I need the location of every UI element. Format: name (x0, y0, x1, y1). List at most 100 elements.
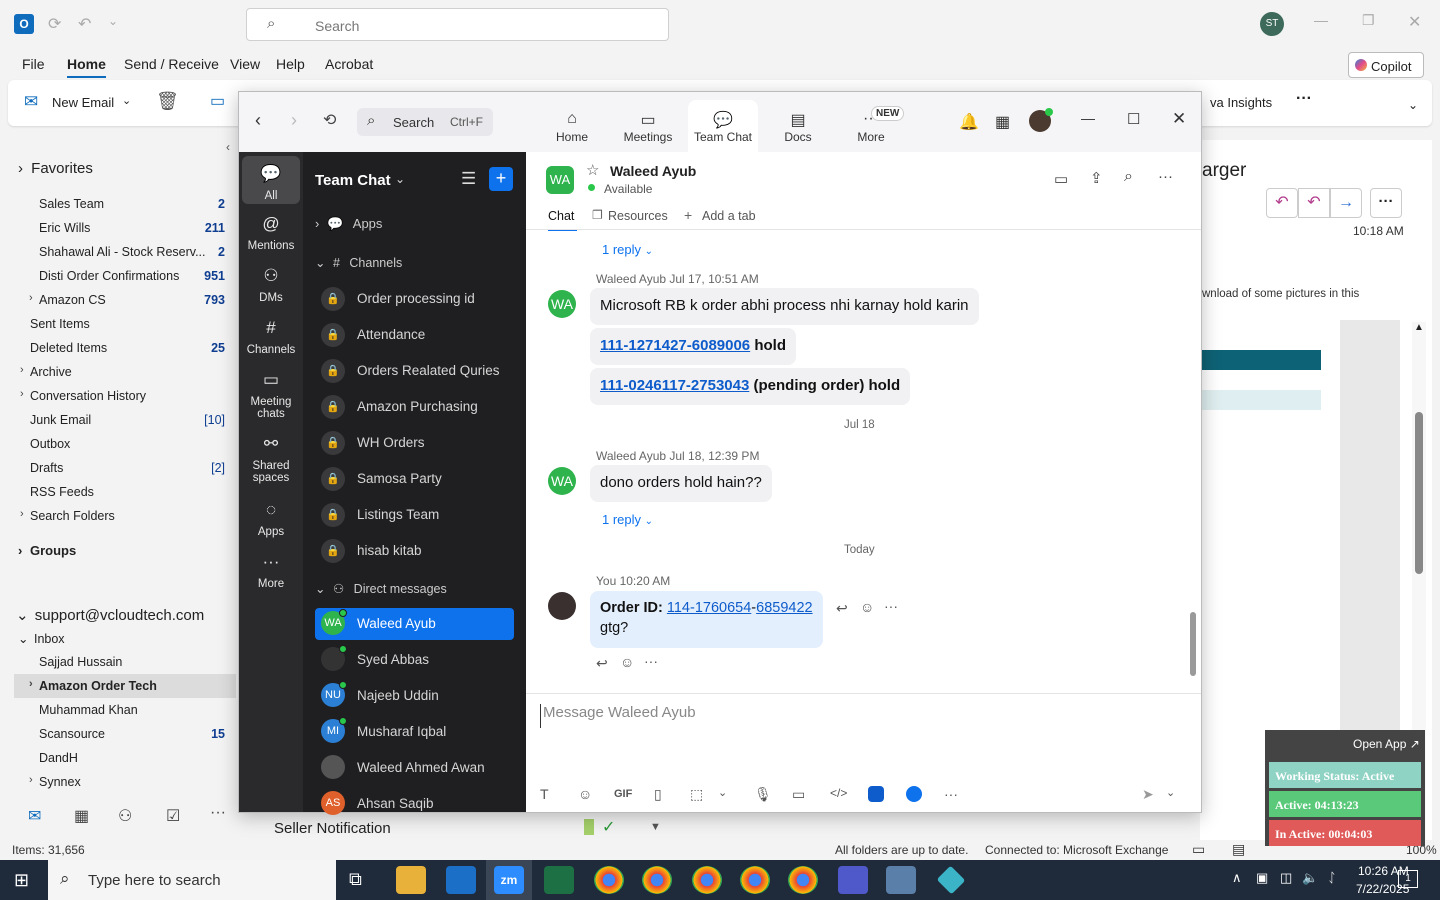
channel-item[interactable]: 🔒 WH Orders (315, 428, 514, 458)
list-title[interactable]: Team Chat (315, 172, 391, 189)
new-chat-button[interactable]: + (489, 167, 513, 191)
folder-item[interactable]: Junk Email [10] (14, 408, 236, 432)
chat-tab-add[interactable]: Add a tab (702, 209, 756, 223)
inbox-subfolder-item[interactable]: Sajjad Hussain (14, 650, 236, 674)
code-snippet-icon[interactable]: </> (830, 786, 847, 800)
folder-item[interactable]: Sent Items (14, 312, 236, 336)
order-link[interactable]: 111-0246117-2753043 (600, 377, 749, 394)
mail-icon[interactable]: ✉ (28, 806, 41, 826)
sync-icon[interactable]: ⟳ (48, 14, 61, 34)
task-view-icon[interactable]: ⧉ (349, 869, 362, 890)
folder-item[interactable]: Drafts [2] (14, 456, 236, 480)
chevron-down-icon[interactable]: ⌄ (395, 172, 405, 186)
order-link[interactable]: 6859422 (756, 600, 812, 616)
folder-item[interactable]: Eric Wills 211 (14, 216, 236, 240)
tray-volume-icon[interactable]: 🔈 (1302, 870, 1318, 886)
more-icon[interactable]: ··· (944, 786, 958, 802)
channel-item[interactable]: 🔒 Orders Realated Quries (315, 356, 514, 386)
scroll-up-icon[interactable]: ▲ (1414, 322, 1424, 333)
menu-view[interactable]: View (230, 56, 260, 72)
folder-item[interactable]: Deleted Items 25 (14, 336, 236, 360)
microphone-icon[interactable]: 🎙 (754, 786, 772, 803)
tab-docs[interactable]: ▤ Docs (763, 100, 833, 152)
copilot-button[interactable]: Copilot (1348, 52, 1424, 78)
maximize-icon[interactable]: ☐ (1127, 110, 1140, 128)
folder-item[interactable]: Conversation History › (14, 384, 236, 408)
message-bubble[interactable]: 111-0246117-2753043 (pending order) hold (590, 368, 911, 405)
file-icon[interactable]: ▯ (654, 786, 662, 803)
menu-send-receive[interactable]: Send / Receive (124, 56, 219, 72)
message-bubble[interactable]: dono orders hold hain?? (590, 465, 772, 502)
restore-icon[interactable]: ❐ (1362, 12, 1375, 29)
normal-view-icon[interactable]: ▭ (1192, 841, 1205, 858)
tab-meetings[interactable]: ▭ Meetings (613, 100, 683, 152)
rail-shared-spaces[interactable]: ⚯ Shared spaces (242, 434, 300, 484)
file-explorer-icon[interactable] (396, 866, 426, 894)
close-icon[interactable]: ✕ (1172, 109, 1186, 129)
taskbar-search-input[interactable]: ⌕ Type here to search (48, 860, 336, 900)
favorites-header[interactable]: › Favorites (18, 160, 93, 177)
ribbon-more-icon[interactable]: ··· (1296, 90, 1312, 108)
more-icon[interactable]: ··· (644, 653, 658, 669)
more-actions-button[interactable]: ··· (1370, 188, 1402, 218)
star-icon[interactable]: ☆ (586, 161, 599, 179)
gif-icon[interactable]: GIF (614, 788, 632, 800)
inbox-subfolder-item[interactable]: Muhammad Khan (14, 698, 236, 722)
dm-item[interactable]: WA Waleed Ayub (315, 608, 514, 640)
tray-wifi-icon[interactable]: ◫ (1280, 870, 1292, 886)
excel-taskbar-icon[interactable] (544, 866, 574, 894)
menu-help[interactable]: Help (276, 56, 305, 72)
folder-item[interactable]: Sales Team 2 (14, 192, 236, 216)
channel-item[interactable]: 🔒 Amazon Purchasing (315, 392, 514, 422)
inbox-subfolder-item[interactable]: Amazon Order Tech › (14, 674, 236, 698)
notification-icon[interactable]: 1 (1398, 870, 1418, 888)
windows-start-icon[interactable]: ⊞ (14, 870, 29, 891)
inbox-subfolder-item[interactable]: Synnex › (14, 770, 236, 794)
zoom-taskbar-icon[interactable]: zm (494, 866, 524, 894)
avatar[interactable]: ST (1260, 12, 1284, 36)
account-header[interactable]: ⌄ support@vcloudtech.com (16, 606, 204, 624)
reading-view-icon[interactable]: ▤ (1232, 841, 1245, 858)
reply-thread-link[interactable]: 1 reply ⌄ (602, 242, 653, 257)
emoji-icon[interactable]: ☺ (578, 786, 592, 802)
tab-team-chat[interactable]: 💬 Team Chat (688, 100, 758, 152)
emoji-icon[interactable]: ☺ (860, 599, 874, 615)
chevron-down-icon[interactable]: ▼ (650, 821, 661, 833)
reply-button[interactable]: ↶ (1266, 188, 1298, 218)
channel-item[interactable]: 🔒 hisab kitab (315, 536, 514, 566)
tasks-icon[interactable]: ☑ (166, 806, 180, 826)
sender-avatar[interactable]: WA (548, 467, 576, 495)
chat-scrollbar[interactable] (1190, 232, 1196, 676)
teams-icon[interactable] (838, 866, 868, 894)
message-bubble[interactable]: 111-1271427-6089006 hold (590, 328, 796, 365)
folder-item[interactable]: Search Folders › (14, 504, 236, 528)
calendar-icon[interactable]: ▦ (74, 806, 89, 826)
chrome-icon[interactable] (642, 866, 672, 894)
ribbon-expand-icon[interactable]: ⌄ (1408, 98, 1418, 112)
app-icon[interactable] (868, 786, 884, 802)
people-icon[interactable]: ⚇ (118, 806, 132, 826)
message-bubble[interactable]: Order ID: 114-1760654-6859422 gtg? (590, 591, 823, 648)
calendar-icon[interactable]: ▦ (995, 112, 1010, 132)
scrollbar-thumb[interactable] (1415, 412, 1423, 574)
folder-item[interactable]: Archive › (14, 360, 236, 384)
delete-icon[interactable]: 🗑 (156, 91, 179, 112)
calculator-icon[interactable] (886, 866, 916, 894)
menu-file[interactable]: File (22, 56, 45, 72)
tab-home[interactable]: ⌂ Home (537, 100, 607, 152)
zoom-search-input[interactable]: ⌕ Search Ctrl+F (357, 108, 493, 136)
tray-chevron-icon[interactable]: ∧ (1232, 870, 1242, 886)
send-icon[interactable]: ➤ (1142, 786, 1154, 803)
app-chat-icon[interactable] (906, 786, 922, 802)
dm-item[interactable]: AS Ahsan Saqib (315, 788, 514, 820)
apps-section[interactable]: › 💬 Apps (315, 216, 382, 232)
reply-icon[interactable]: ↩ (836, 600, 848, 617)
chrome-icon[interactable] (740, 866, 770, 894)
collapse-pane-icon[interactable]: ‹ (226, 140, 230, 154)
channel-item[interactable]: 🔒 Order processing id (315, 284, 514, 314)
channels-section-header[interactable]: ⌄ # Channels (315, 255, 402, 270)
customize-icon[interactable]: ⌄ (108, 14, 118, 28)
menu-acrobat[interactable]: Acrobat (325, 56, 373, 72)
filter-icon[interactable]: ☰ (461, 169, 476, 189)
open-app-button[interactable]: Open App ↗ (1353, 737, 1420, 751)
